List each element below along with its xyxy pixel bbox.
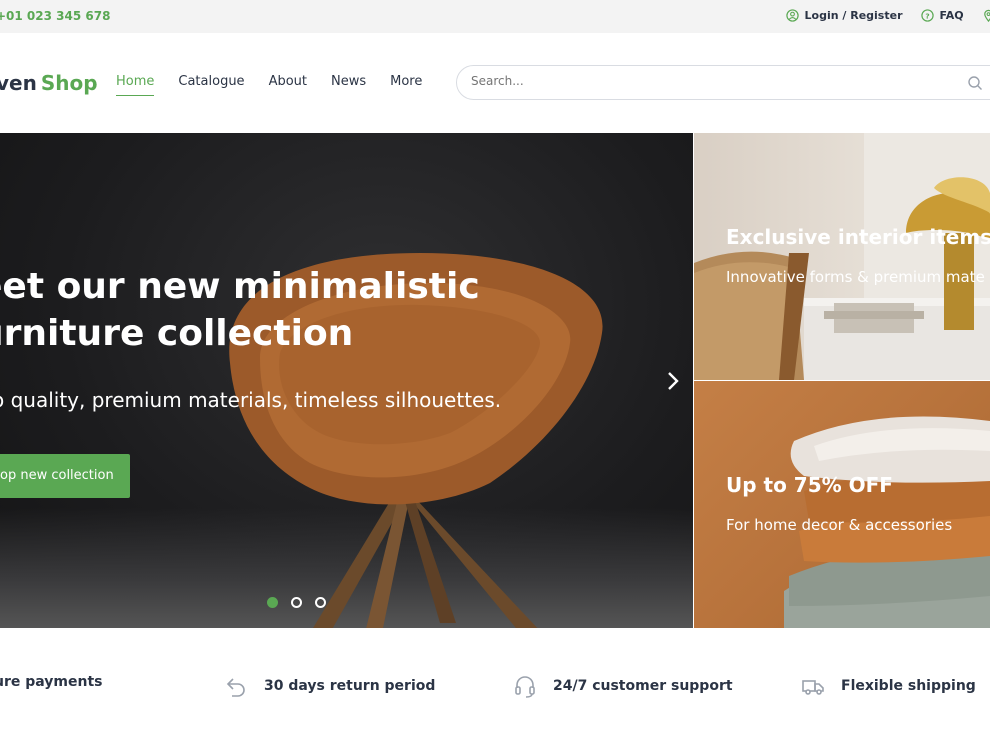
main-nav: Home Catalogue About News More [116, 74, 422, 96]
location-pin-icon [983, 9, 990, 22]
slider-dot-3[interactable] [315, 597, 326, 608]
hero-subtitle: o quality, premium materials, timeless s… [0, 388, 502, 412]
feature-shipping: Flexible shipping [801, 674, 976, 698]
chevron-right-icon[interactable] [663, 371, 683, 391]
slider-dot-2[interactable] [291, 597, 302, 608]
login-register-label: Login / Register [804, 9, 903, 22]
hero-title-line1: eet our new minimalistic [0, 266, 480, 307]
feature-label: 24/7 customer support [553, 678, 733, 694]
return-arrow-icon [226, 678, 245, 697]
search-icon[interactable] [967, 75, 983, 91]
main-header: ven Shop Home Catalogue About News More [0, 33, 990, 133]
faq-link[interactable]: ? FAQ [920, 9, 964, 22]
search-input[interactable] [471, 74, 931, 88]
faq-label: FAQ [939, 9, 964, 22]
feature-label: Flexible shipping [841, 678, 976, 694]
top-bar: +01 023 345 678 Login / Register ? FAQ O [0, 0, 990, 33]
promo-card-sale[interactable]: Up to 75% OFF For home decor & accessori… [694, 381, 990, 628]
nav-home[interactable]: Home [116, 74, 155, 96]
login-register-link[interactable]: Login / Register [785, 9, 903, 22]
nav-catalogue[interactable]: Catalogue [178, 74, 244, 96]
logo[interactable]: ven Shop [0, 71, 98, 95]
hero-title-line2: urniture collection [0, 313, 354, 354]
order-tracking-link[interactable]: O [982, 9, 990, 22]
interior-image [694, 133, 990, 380]
shop-collection-button[interactable]: op new collection [0, 454, 130, 498]
promo-subtitle: Innovative forms & premium mate [726, 268, 985, 286]
search-bar [456, 65, 990, 100]
phone-number[interactable]: +01 023 345 678 [0, 9, 110, 23]
slider-dots [267, 597, 326, 608]
nav-about[interactable]: About [269, 74, 307, 96]
logo-text-primary: ven [0, 71, 37, 95]
help-icon: ? [920, 9, 934, 22]
promo-card-interior[interactable]: Exclusive interior items Innovative form… [694, 133, 990, 380]
feature-label: ure payments [0, 674, 103, 690]
user-icon [785, 9, 799, 22]
promo-title: Up to 75% OFF [726, 473, 893, 497]
top-links: Login / Register ? FAQ O [785, 9, 990, 22]
slider-dot-1[interactable] [267, 597, 278, 608]
truck-icon [802, 680, 824, 695]
svg-text:?: ? [925, 11, 929, 20]
hero-slider: eet our new minimalistic urniture collec… [0, 133, 693, 628]
feature-label: 30 days return period [264, 678, 436, 694]
nav-more[interactable]: More [390, 74, 422, 96]
promo-title: Exclusive interior items [726, 225, 990, 249]
features-bar: ure payments 30 days return period 24/7 … [0, 628, 990, 742]
hero-title: eet our new minimalistic urniture collec… [0, 263, 518, 357]
feature-support: 24/7 customer support [513, 674, 733, 698]
logo-text-accent: Shop [40, 71, 98, 95]
promo-subtitle: For home decor & accessories [726, 516, 953, 534]
pillows-image [784, 416, 990, 628]
feature-returns: 30 days return period [224, 674, 435, 698]
headset-icon [515, 676, 535, 698]
nav-news[interactable]: News [331, 74, 366, 96]
feature-secure-payments: ure payments [0, 674, 102, 690]
